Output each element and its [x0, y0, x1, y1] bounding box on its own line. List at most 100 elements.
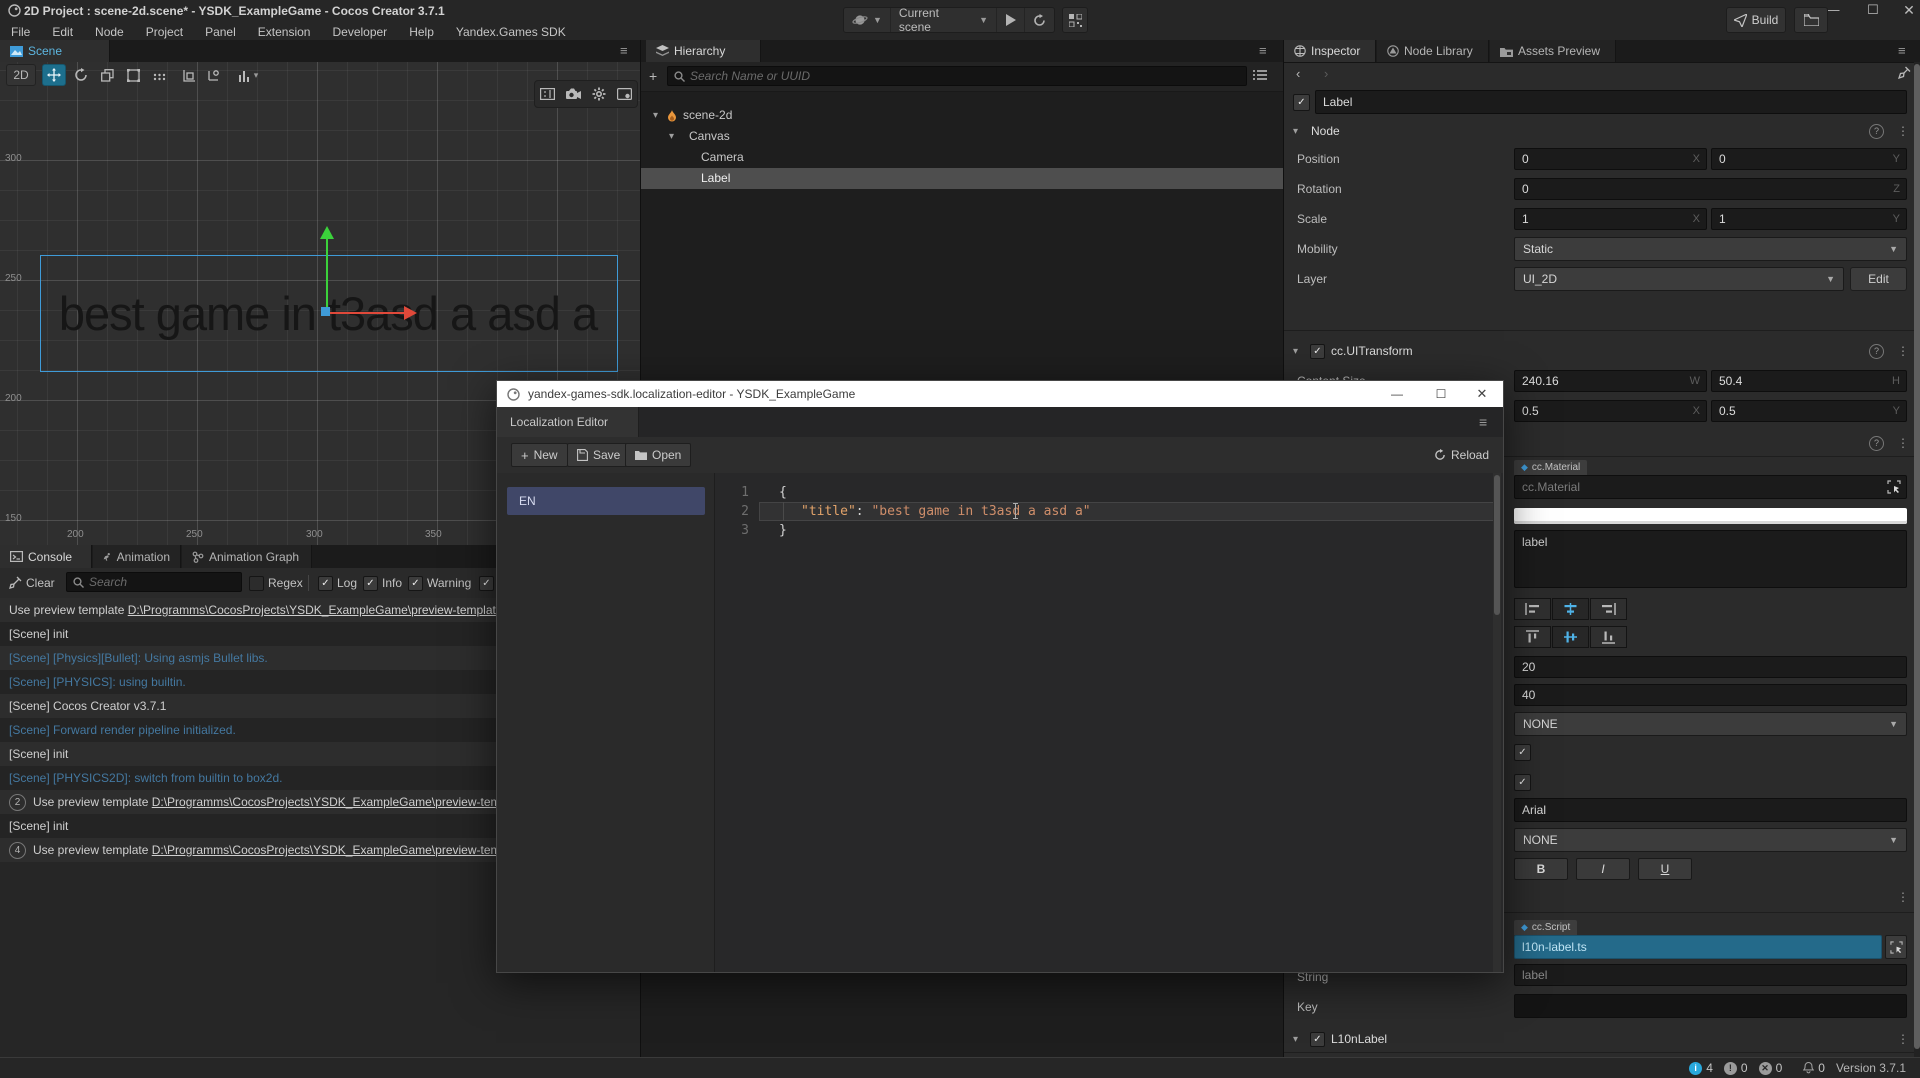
uitransform-section-header[interactable]: ▾ ✓ cc.UITransform ? ⋮ — [1284, 342, 1920, 362]
warning-filter-checkbox[interactable]: ✓ — [408, 576, 423, 591]
menu-node[interactable]: Node — [84, 25, 135, 39]
section-menu-icon[interactable]: ⋮ — [1897, 124, 1909, 138]
scrollbar-thumb[interactable] — [1494, 475, 1500, 615]
node-section-header[interactable]: ▾ Node ? ⋮ — [1284, 122, 1920, 142]
tree-node-canvas[interactable]: ▾ Canvas — [641, 126, 1284, 147]
content-height-field[interactable]: 50.4H — [1711, 370, 1907, 392]
clear-console-icon[interactable] — [9, 576, 22, 589]
hierarchy-menu-icon[interactable]: ≡ — [1259, 43, 1267, 58]
tree-node-label-selected[interactable]: Label — [641, 168, 1284, 189]
save-button[interactable]: Save — [567, 443, 630, 467]
gear-icon[interactable] — [592, 87, 606, 101]
minimize-icon[interactable]: — — [1375, 381, 1419, 407]
position-y-field[interactable]: 0Y — [1711, 148, 1907, 170]
bold-button[interactable]: B — [1514, 858, 1568, 880]
menu-project[interactable]: Project — [135, 25, 194, 39]
info-filter-checkbox[interactable]: ✓ — [363, 576, 378, 591]
tab-animation-graph[interactable]: Animation Graph — [182, 545, 312, 568]
string-value-field[interactable]: label — [1514, 964, 1907, 986]
scrollbar-thumb[interactable] — [1914, 64, 1920, 1049]
valign-top-button[interactable] — [1514, 626, 1551, 648]
uitransform-checkbox[interactable]: ✓ — [1310, 344, 1325, 359]
section-menu-icon[interactable]: ⋮ — [1897, 436, 1909, 450]
qr-preview-button[interactable] — [1062, 7, 1088, 33]
tree-node-scene[interactable]: ▾ scene-2d — [641, 105, 1284, 126]
menu-edit[interactable]: Edit — [41, 25, 84, 39]
tab-node-library[interactable]: Node Library — [1377, 40, 1489, 62]
rect-tool-button[interactable] — [122, 64, 144, 86]
help-icon[interactable]: ? — [1869, 436, 1884, 451]
gizmo-dots-tool-button[interactable] — [148, 64, 170, 86]
tab-assets-preview[interactable]: Assets Preview — [1490, 40, 1616, 62]
anchor-x-field[interactable]: 0.5X — [1514, 400, 1707, 422]
italic-button[interactable]: I — [1576, 858, 1630, 880]
menu-file[interactable]: File — [0, 25, 41, 39]
refresh-button[interactable] — [1025, 8, 1054, 32]
valign-bottom-button[interactable] — [1590, 626, 1627, 648]
tab-localization-editor[interactable]: Localization Editor — [497, 407, 639, 437]
pin-icon[interactable] — [1898, 66, 1911, 79]
loc-window-titlebar[interactable]: yandex-games-sdk.localization-editor - Y… — [497, 381, 1503, 407]
open-button[interactable]: Open — [625, 443, 691, 467]
node-name-field[interactable]: Label — [1315, 90, 1907, 114]
label-string-textarea[interactable]: label — [1514, 530, 1907, 588]
material-field[interactable]: cc.Material — [1514, 475, 1907, 499]
error-filter-checkbox[interactable]: ✓ — [479, 576, 494, 591]
view-settings-icon[interactable] — [617, 88, 632, 100]
menu-yandex-games-sdk[interactable]: Yandex.Games SDK — [445, 25, 577, 39]
layer-edit-button[interactable]: Edit — [1850, 267, 1907, 291]
stats-chart-button[interactable]: ▾ — [232, 64, 264, 86]
play-button[interactable] — [997, 8, 1025, 32]
close-icon[interactable]: ✕ — [1461, 381, 1503, 407]
tab-scene[interactable]: Scene — [0, 40, 110, 62]
halign-right-button[interactable] — [1590, 598, 1627, 620]
anchor-y-field[interactable]: 0.5Y — [1711, 400, 1907, 422]
tab-console[interactable]: Console — [0, 545, 92, 568]
menu-help[interactable]: Help — [398, 25, 445, 39]
log-filter-checkbox[interactable]: ✓ — [318, 576, 333, 591]
font-size-field[interactable]: 20 — [1514, 656, 1907, 678]
chevron-down-icon[interactable]: ▾ — [653, 105, 658, 126]
status-warning-counter[interactable]: ! 0 — [1724, 1061, 1748, 1075]
aspect-ratio-icon[interactable] — [540, 88, 555, 100]
help-icon[interactable]: ? — [1869, 124, 1884, 139]
build-button[interactable]: Build — [1726, 7, 1786, 33]
label-color-swatch[interactable] — [1514, 508, 1907, 524]
move-tool-button[interactable] — [42, 64, 66, 86]
create-node-icon[interactable]: + — [649, 69, 657, 83]
node-active-checkbox[interactable]: ✓ — [1293, 94, 1310, 111]
menu-panel[interactable]: Panel — [194, 25, 247, 39]
tab-animation[interactable]: Animation — [93, 545, 181, 568]
font-family-field[interactable]: Arial — [1514, 798, 1907, 822]
list-options-icon[interactable] — [1253, 69, 1267, 81]
gizmo-origin-handle[interactable] — [321, 307, 330, 316]
scale-y-field[interactable]: 1Y — [1711, 208, 1907, 230]
tree-node-camera[interactable]: Camera — [641, 147, 1284, 168]
close-icon[interactable]: ✕ — [1892, 0, 1920, 20]
l10nlabel-checkbox[interactable]: ✓ — [1310, 1032, 1325, 1047]
key-field[interactable] — [1514, 994, 1907, 1018]
status-notification-counter[interactable]: 0 — [1803, 1061, 1825, 1075]
label-option-checkbox-2[interactable]: ✓ — [1514, 774, 1531, 791]
underline-button[interactable]: U — [1638, 858, 1692, 880]
help-icon[interactable]: ? — [1869, 344, 1884, 359]
gizmo-x-axis[interactable] — [330, 312, 404, 314]
loc-scrollbar[interactable] — [1493, 473, 1501, 972]
snap-rotation-button[interactable] — [202, 64, 224, 86]
language-item-en[interactable]: EN — [507, 487, 705, 515]
preview-browser-select[interactable]: ▼ — [844, 8, 891, 32]
label-option-checkbox-1[interactable]: ✓ — [1514, 744, 1531, 761]
loc-menu-icon[interactable]: ≡ — [1479, 414, 1487, 430]
clear-console-label[interactable]: Clear — [26, 576, 55, 590]
line-height-field[interactable]: 40 — [1514, 684, 1907, 706]
status-error-counter[interactable]: ✕ 0 — [1759, 1061, 1783, 1075]
position-x-field[interactable]: 0X — [1514, 148, 1707, 170]
scale-x-field[interactable]: 1X — [1514, 208, 1707, 230]
hierarchy-search-input[interactable]: Search Name or UUID — [667, 66, 1247, 86]
camera-icon[interactable] — [566, 88, 581, 100]
open-build-folder-button[interactable] — [1794, 7, 1828, 33]
scale-tool-button[interactable] — [96, 64, 118, 86]
tab-inspector[interactable]: Inspector — [1284, 40, 1376, 62]
menu-extension[interactable]: Extension — [247, 25, 322, 39]
new-button[interactable]: + New — [511, 443, 568, 467]
